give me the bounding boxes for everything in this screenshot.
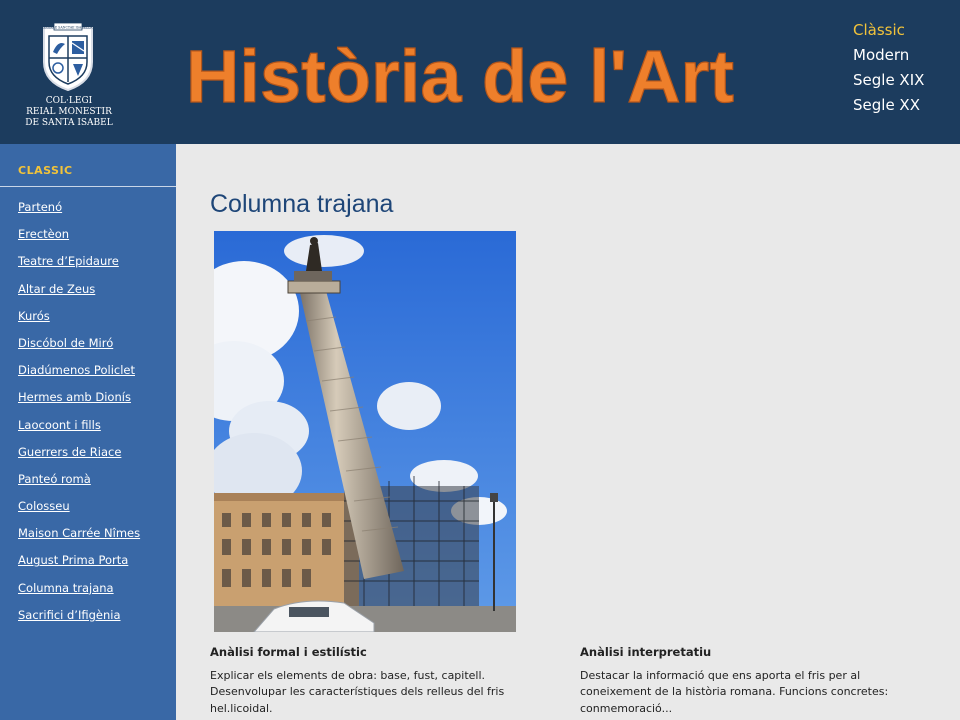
sidebar-link[interactable]: Erectèon [18, 227, 69, 241]
sidebar-item-altar-zeus: Altar de Zeus [18, 282, 140, 309]
sidebar-item-erecteon: Erectèon [18, 227, 140, 254]
site-title-text: Història de l'Art [186, 35, 734, 118]
sidebar-link[interactable]: Hermes amb Dionís [18, 390, 131, 404]
school-crest-logo[interactable]: REGINAE SANCTAE ISABELLAE [38, 22, 98, 92]
period-nav-item-modern[interactable]: Modern [853, 43, 924, 68]
sidebar-item-teatre-epidaure: Teatre d’Epidaure [18, 254, 140, 281]
sidebar-link[interactable]: Maison Carrée Nîmes [18, 526, 140, 540]
sidebar-link[interactable]: Colosseu [18, 499, 70, 513]
sidebar-item-laocoont: Laocoont i fills [18, 418, 140, 445]
period-nav: Clàssic Modern Segle XIX Segle XX [853, 18, 924, 118]
school-name-line: COL·LEGI [45, 96, 93, 106]
sidebar-item-diadumenos: Diadúmenos Policlet [18, 363, 140, 390]
sidebar-link[interactable]: Kurós [18, 309, 50, 323]
sidebar-section-heading: CLASSIC [18, 164, 73, 177]
interpretive-analysis-section: Anàlisi interpretatiu Destacar la inform… [580, 644, 900, 717]
sidebar-link[interactable]: Discóbol de Miró [18, 336, 113, 350]
sidebar-item-parteno: Partenó [18, 200, 140, 227]
school-name-line: DE SANTA ISABEL [25, 118, 113, 128]
sidebar-link[interactable]: Guerrers de Riace [18, 445, 121, 459]
formal-analysis-section: Anàlisi formal i estilístic Explicar els… [210, 644, 530, 717]
column-photo [214, 231, 516, 632]
sidebar-item-hermes: Hermes amb Dionís [18, 390, 140, 417]
sidebar-link[interactable]: Laocoont i fills [18, 418, 101, 432]
period-nav-item-classic[interactable]: Clàssic [853, 18, 924, 43]
formal-analysis-heading: Anàlisi formal i estilístic [210, 645, 367, 659]
interpretive-analysis-heading: Anàlisi interpretatiu [580, 645, 712, 659]
sidebar-item-discobol: Discóbol de Miró [18, 336, 140, 363]
formal-analysis-text: Explicar els elements de obra: base, fus… [210, 668, 505, 715]
school-name-line: REIAL MONESTIR [26, 107, 112, 117]
sidebar-link[interactable]: Altar de Zeus [18, 282, 95, 296]
sidebar-item-columna-trajana: Columna trajana [18, 581, 140, 608]
sidebar-link[interactable]: August Prima Porta [18, 553, 128, 567]
site-header: REGINAE SANCTAE ISABELLAE COL·LEGI REIAL… [0, 0, 960, 144]
interpretive-analysis-text: Destacar la informació que ens aporta el… [580, 668, 889, 715]
sidebar-link[interactable]: Partenó [18, 200, 62, 214]
sidebar-item-sacrifici-ifigenia: Sacrifici d’Ifigènia [18, 608, 140, 635]
sidebar-item-august-prima-porta: August Prima Porta [18, 553, 140, 580]
period-nav-item-segle-xx[interactable]: Segle XX [853, 93, 924, 118]
sidebar: CLASSIC Partenó Erectèon Teatre d’Epidau… [0, 144, 176, 720]
school-name: COL·LEGI REIAL MONESTIR DE SANTA ISABEL [0, 96, 138, 129]
sidebar-item-colosseu: Colosseu [18, 499, 140, 526]
page-title: Columna trajana [210, 190, 394, 218]
sidebar-link[interactable]: Columna trajana [18, 581, 114, 595]
crest-motto: REGINAE SANCTAE ISABELLAE [41, 25, 95, 29]
period-nav-item-segle-xix[interactable]: Segle XIX [853, 68, 924, 93]
sidebar-item-panteo: Panteó romà [18, 472, 140, 499]
sidebar-link[interactable]: Panteó romà [18, 472, 91, 486]
sidebar-item-kuros: Kurós [18, 309, 140, 336]
sidebar-work-list: Partenó Erectèon Teatre d’Epidaure Altar… [18, 200, 140, 635]
sidebar-link[interactable]: Diadúmenos Policlet [18, 363, 135, 377]
site-title: Història de l'Art [185, 34, 734, 118]
sidebar-item-maison-carree: Maison Carrée Nîmes [18, 526, 140, 553]
sidebar-link[interactable]: Teatre d’Epidaure [18, 254, 119, 268]
sidebar-item-guerrers-riace: Guerrers de Riace [18, 445, 140, 472]
sidebar-link[interactable]: Sacrifici d’Ifigènia [18, 608, 121, 622]
sidebar-divider [0, 186, 176, 187]
